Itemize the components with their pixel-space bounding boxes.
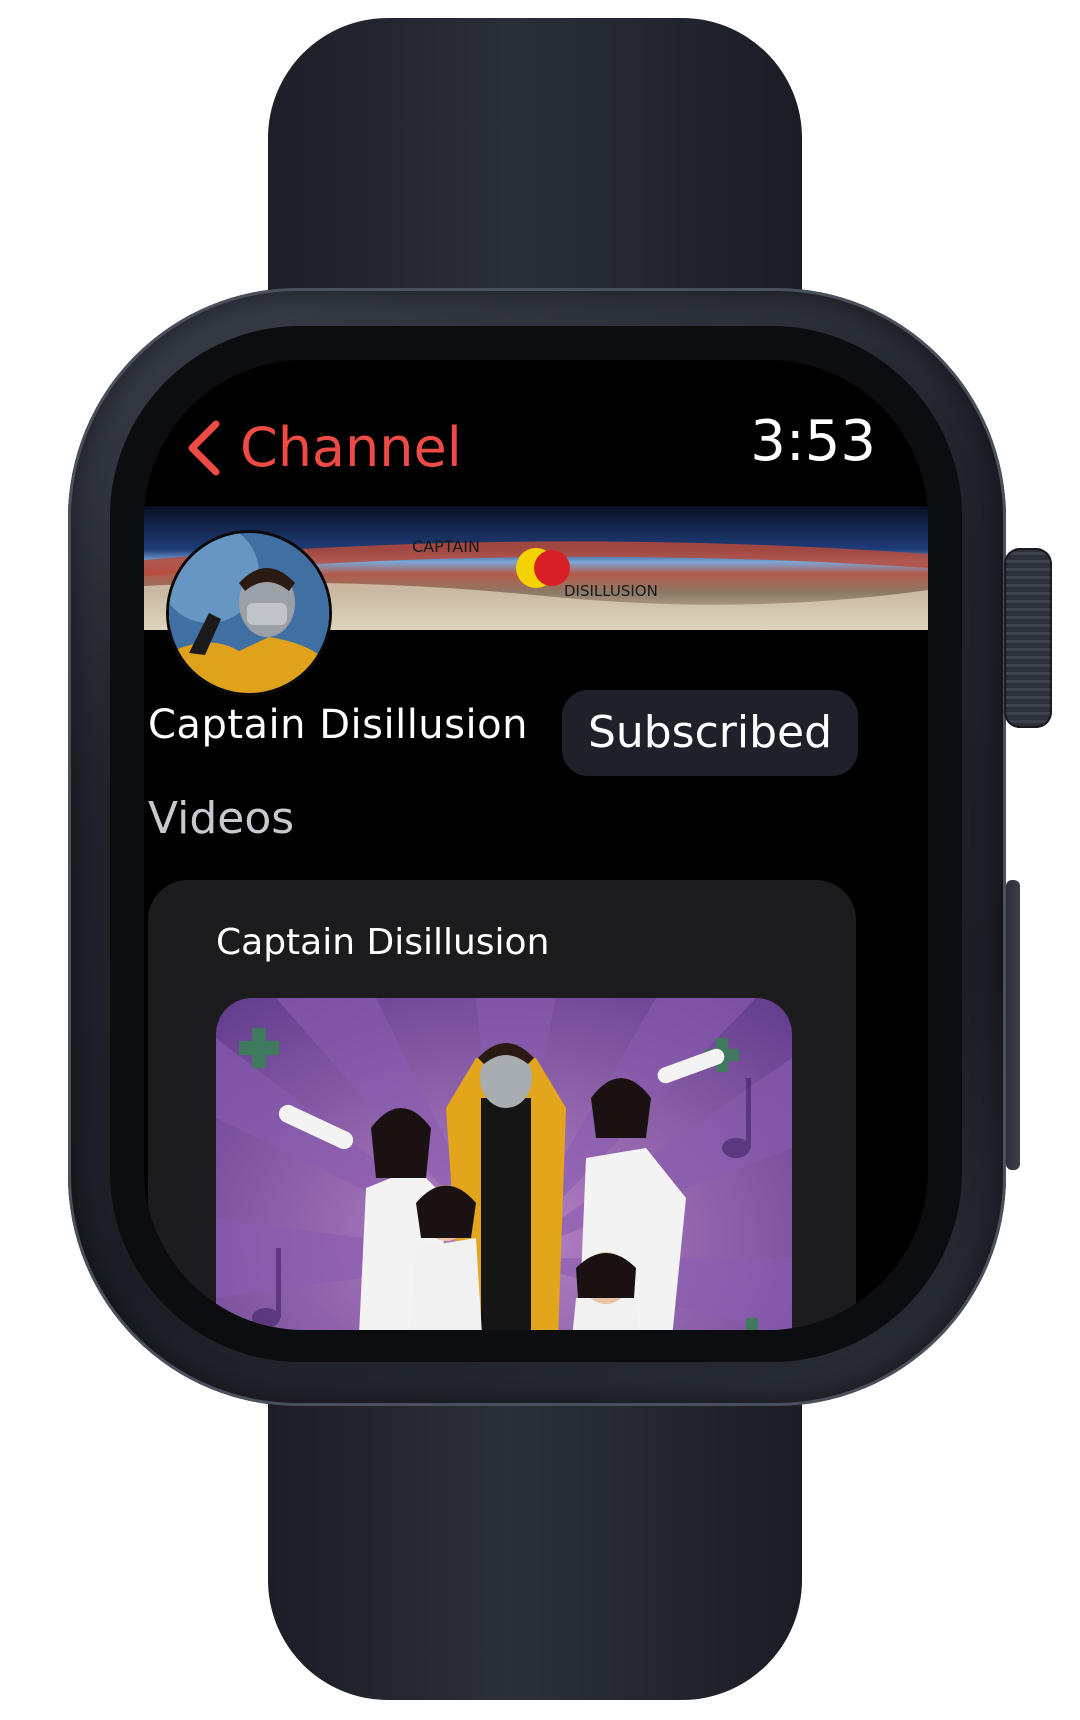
clock-time: 3:53 [750,409,876,474]
video-card[interactable]: Captain Disillusion [148,880,856,1330]
video-thumbnail[interactable] [216,998,792,1330]
back-label: Channel [240,416,462,479]
channel-name: Captain Disillusion [148,702,528,748]
side-button[interactable] [1006,880,1020,1170]
subscribe-button[interactable]: Subscribed [562,690,858,776]
channel-avatar[interactable] [166,530,332,696]
videos-section-title: Videos [148,793,295,844]
back-button[interactable]: Channel [184,408,462,488]
banner-word-top: CAPTAIN [412,537,480,556]
watch-mockup: Channel 3:53 CAPTAIN DISILLUSION Captain… [0,0,1080,1720]
banner-word-bottom: DISILLUSION [564,582,658,600]
chevron-left-icon [188,420,220,476]
watch-screen: Channel 3:53 CAPTAIN DISILLUSION Captain… [144,360,928,1330]
status-header: Channel 3:53 [144,360,928,480]
video-title: Captain Disillusion [216,922,550,963]
digital-crown[interactable] [1004,548,1052,728]
